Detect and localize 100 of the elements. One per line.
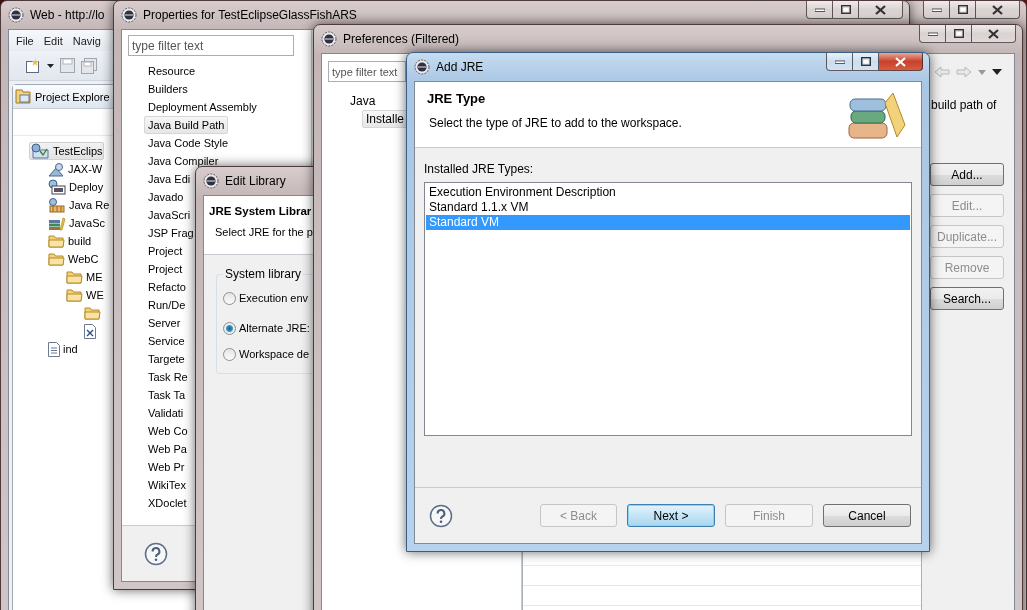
list-item[interactable]: Run/De [144, 296, 190, 314]
list-item[interactable]: Task Ta [144, 386, 190, 404]
folder-icon [48, 234, 65, 248]
tree-item[interactable]: Installe [362, 110, 409, 128]
close-icon [988, 28, 999, 39]
tree-item[interactable]: Deploy [29, 178, 105, 196]
window-title: Edit Library [225, 174, 286, 188]
list-item[interactable]: Javado [144, 188, 188, 206]
filter-field[interactable]: type filter text [128, 35, 294, 56]
dialog-heading: JRE System Librar [209, 205, 313, 217]
file-icon [48, 341, 60, 357]
library-icon [48, 215, 66, 231]
list-item[interactable]: Web Pa [144, 440, 191, 458]
maximize-button[interactable] [853, 53, 879, 71]
list-item[interactable]: Java Code Style [144, 134, 233, 152]
radio-option[interactable]: Workspace de [223, 343, 310, 365]
tree-item[interactable]: Java [346, 92, 380, 110]
folder-icon [66, 270, 83, 284]
list-item[interactable]: Builders [144, 80, 192, 98]
list-item[interactable]: Validati [144, 404, 188, 422]
project-icon [30, 143, 50, 159]
list-item[interactable]: Project [144, 260, 187, 278]
list-item[interactable]: Java Edi [144, 170, 195, 188]
service-icon [48, 161, 65, 177]
folder-icon [84, 306, 101, 320]
side-button[interactable]: Add... [930, 163, 1004, 186]
list-item[interactable]: JSP Frag [144, 224, 198, 242]
menu-item[interactable]: File [11, 34, 39, 47]
list-item[interactable]: Execution Environment Description [426, 185, 910, 200]
list-item[interactable]: JavaScri [144, 206, 195, 224]
close-button[interactable] [859, 1, 903, 19]
dialog-description: Select JRE for the p [215, 226, 313, 238]
tree-item[interactable]: WE [29, 286, 105, 304]
list-item[interactable]: Server [144, 314, 185, 332]
window-title: Web - http://lo [30, 8, 105, 22]
app-icon [203, 173, 219, 189]
list-item[interactable]: XDoclet [144, 494, 191, 512]
books-icon [845, 91, 907, 141]
caret-icon[interactable] [47, 63, 54, 68]
list-item[interactable]: Service [144, 332, 189, 350]
close-icon [875, 4, 886, 15]
list-item[interactable]: Web Co [144, 422, 192, 440]
list-item[interactable]: Project [144, 242, 187, 260]
deploy-icon [48, 179, 66, 195]
list-item[interactable]: Java Build Path [144, 116, 229, 134]
view-menu-icon[interactable] [992, 69, 1002, 75]
help-icon[interactable] [429, 503, 453, 528]
list-item[interactable]: Web Pr [144, 458, 189, 476]
explorer-icon [15, 89, 32, 104]
minimize-button[interactable] [919, 25, 946, 43]
view-title[interactable]: Project Explore [35, 90, 110, 103]
tree-item[interactable]: build [29, 232, 93, 250]
list-item[interactable]: Task Re [144, 368, 192, 386]
dialog-button[interactable]: Cancel [823, 504, 911, 527]
radio-option[interactable]: Execution env [223, 287, 309, 309]
tree-item[interactable]: TestEclips [29, 142, 104, 160]
close-button[interactable] [972, 25, 1016, 43]
jre-type-list[interactable]: Execution Environment Description Standard 1.1.x VM Standard VM [424, 182, 912, 436]
tree-item[interactable]: JavaSc [29, 214, 107, 232]
side-button[interactable]: Search... [930, 287, 1004, 310]
close-button[interactable] [976, 1, 1020, 19]
tree-item[interactable]: ME [29, 268, 104, 286]
list-item[interactable]: Java Compiler [144, 152, 223, 170]
radio-button[interactable] [223, 321, 236, 335]
minimize-button[interactable] [806, 1, 833, 19]
tree-item[interactable]: WebC [29, 250, 100, 268]
list-label: Installed JRE Types: [424, 162, 535, 176]
radio-button[interactable] [223, 291, 236, 305]
tree-item[interactable]: Java Re [29, 196, 111, 214]
list-item[interactable]: Standard 1.1.x VM [426, 200, 910, 215]
help-icon[interactable] [144, 541, 168, 566]
window-title: Properties for TestEclipseGlassFishARS [143, 8, 357, 22]
minimize-button[interactable] [923, 1, 950, 19]
new-file-icon[interactable] [25, 57, 41, 74]
maximize-button[interactable] [950, 1, 976, 19]
filter-field[interactable]: type filter text [328, 61, 406, 82]
tree-item[interactable]: JAX-W [29, 160, 104, 178]
folder-icon [48, 252, 65, 266]
list-item[interactable]: Targete [144, 350, 189, 368]
close-button[interactable] [879, 53, 923, 71]
list-item[interactable]: Resource [144, 62, 200, 80]
list-item[interactable]: Refacto [144, 278, 190, 296]
maximize-icon [860, 57, 871, 66]
tree-item[interactable]: ind [29, 340, 79, 358]
radio-button[interactable] [223, 347, 236, 361]
list-item[interactable]: Deployment Assembly [144, 98, 261, 116]
minimize-icon [834, 59, 845, 64]
menu-item[interactable]: Edit [38, 34, 68, 47]
list-item[interactable]: WikiTex [144, 476, 190, 494]
maximize-button[interactable] [833, 1, 859, 19]
window-title: Preferences (Filtered) [343, 32, 460, 46]
maximize-button[interactable] [946, 25, 972, 43]
menu-item[interactable]: Navig [67, 34, 106, 47]
minimize-button[interactable] [826, 53, 853, 71]
dialog-heading: JRE Type [427, 91, 487, 106]
radio-option[interactable]: Alternate JRE: [223, 317, 310, 339]
app-icon [8, 7, 24, 23]
window-title: Add JRE [436, 60, 484, 74]
dialog-button[interactable]: Next > [627, 504, 715, 527]
app-icon [321, 31, 337, 47]
